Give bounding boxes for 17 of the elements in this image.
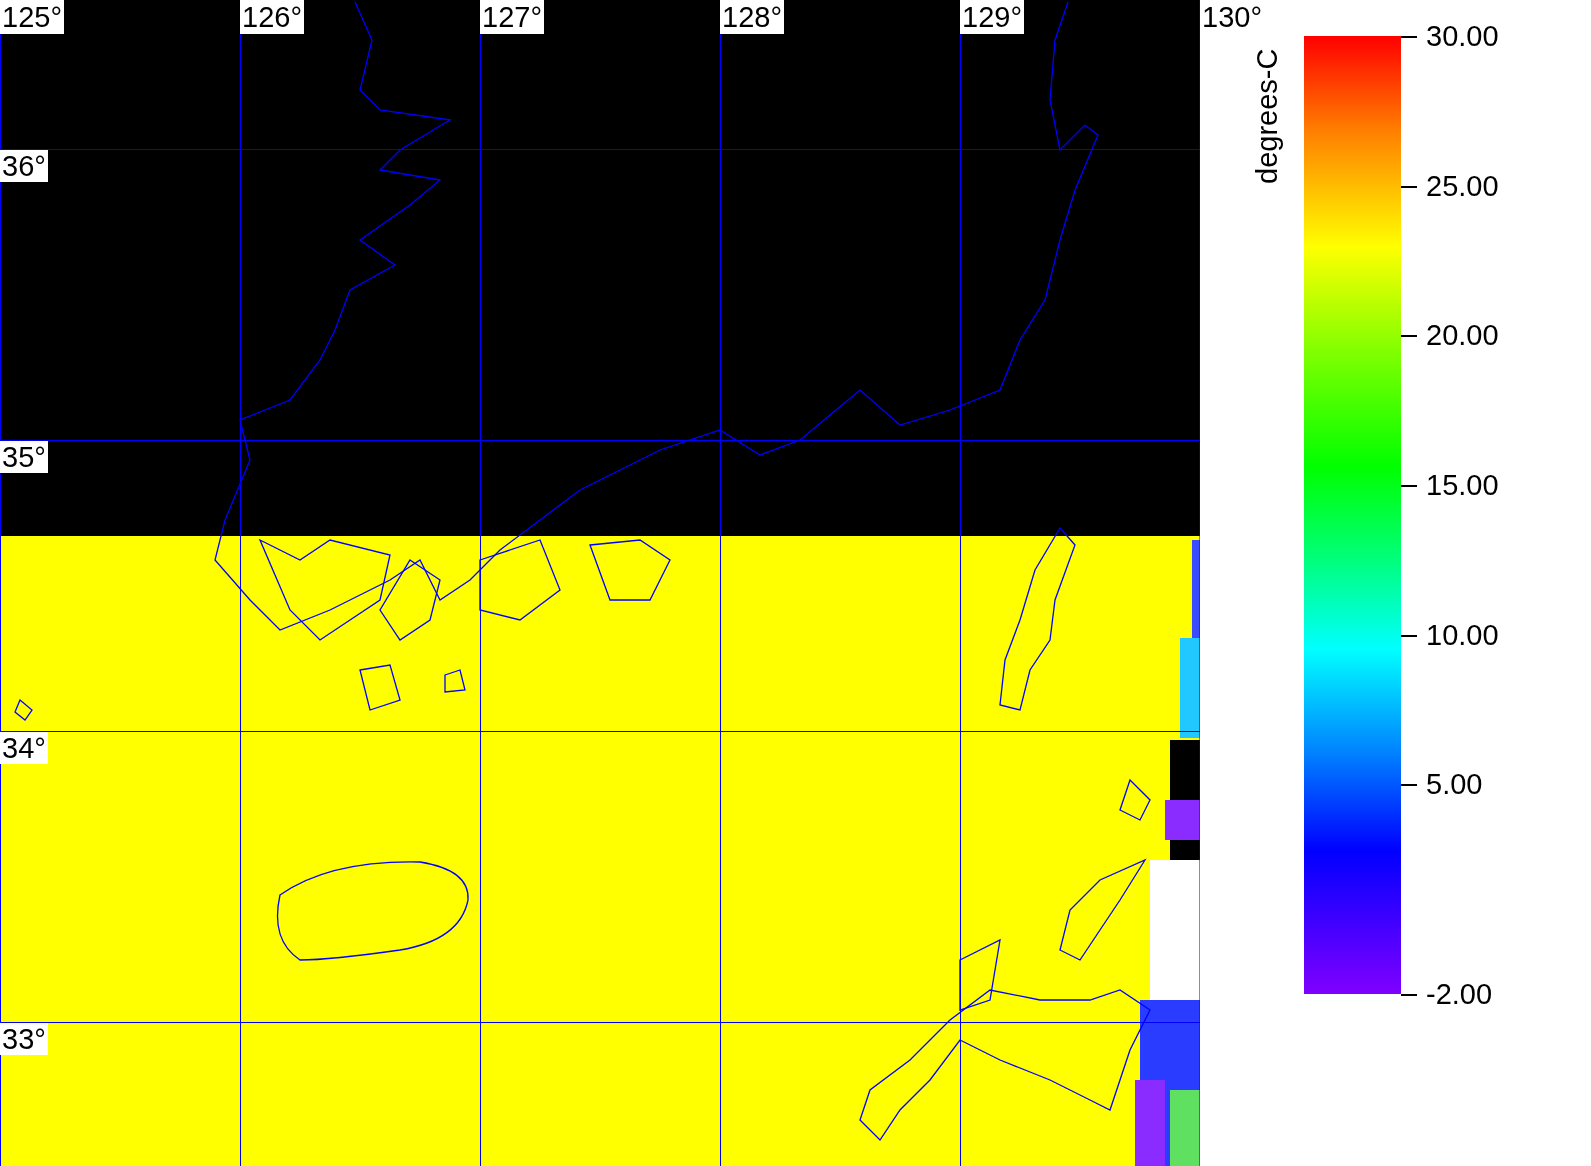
colorbar-tick-label: -2.00: [1426, 978, 1493, 1010]
colorbar-tick-label: 30.00: [1426, 20, 1499, 52]
longitude-label: 129°: [960, 0, 1024, 34]
longitude-label: 126°: [240, 0, 304, 34]
colorbar-tick-label: 5.00: [1426, 768, 1483, 801]
colorbar-tick-label: 20.00: [1426, 319, 1499, 352]
longitude-label: 125°: [0, 0, 64, 34]
latitude-label: 35°: [0, 441, 48, 473]
longitude-label: 128°: [720, 0, 784, 34]
latitude-label: 36°: [0, 150, 48, 182]
colorbar-tick-label: 10.00: [1426, 618, 1499, 651]
colorbar-tick-label: 15.00: [1426, 469, 1499, 502]
colorbar-title: degrees-C: [1250, 47, 1284, 184]
colorbar-tick-label: 25.00: [1426, 169, 1499, 202]
latitude-label: 34°: [0, 732, 48, 764]
longitude-label: 127°: [480, 0, 544, 34]
latitude-label: 33°: [0, 1023, 48, 1055]
